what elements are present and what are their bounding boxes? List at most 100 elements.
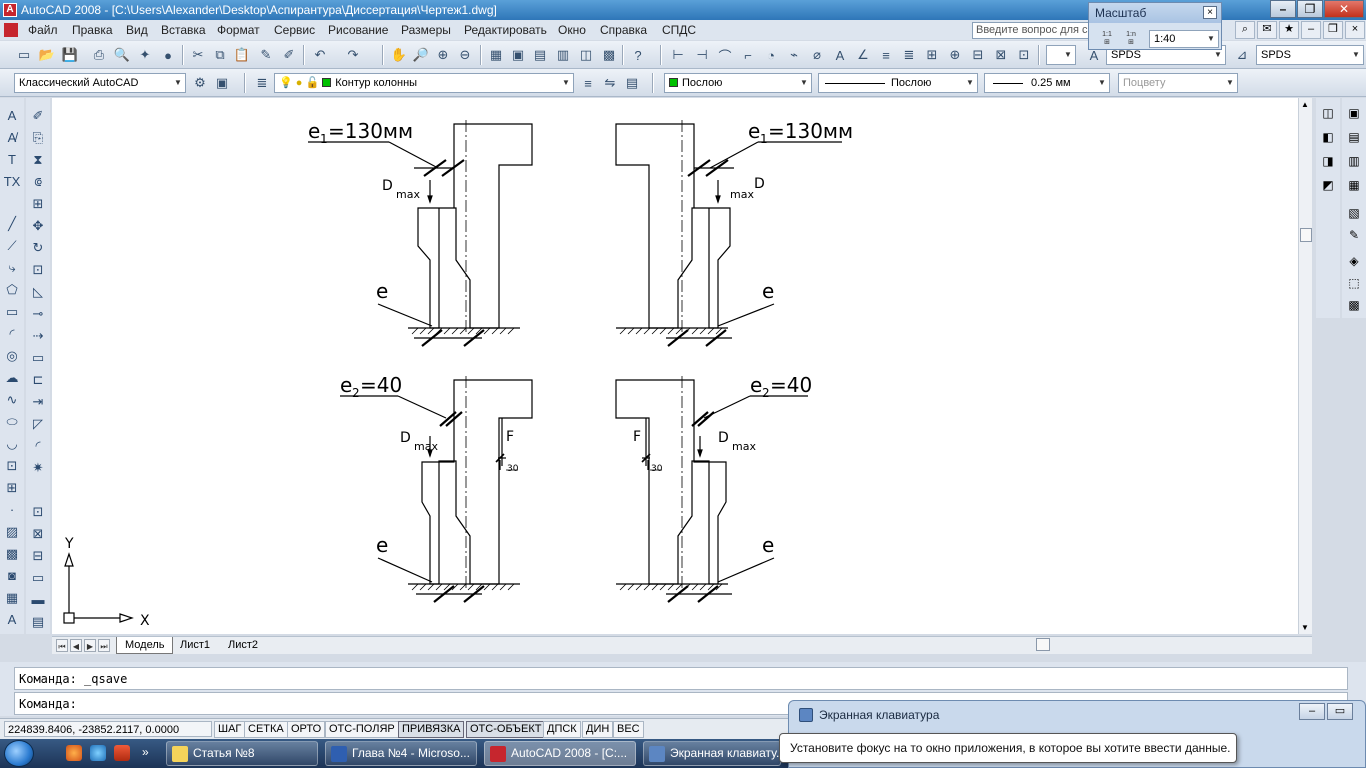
text-icon[interactable]: A bbox=[830, 45, 850, 65]
construction-line-icon[interactable]: ⟋ bbox=[2, 236, 22, 256]
task-word[interactable]: Глава №4 - Microso... bbox=[325, 741, 477, 766]
help-search-input[interactable]: Введите вопрос для с bbox=[972, 22, 1090, 39]
dim-edit-icon[interactable]: ⊟ bbox=[968, 45, 988, 65]
view-icon[interactable]: ◫ bbox=[1318, 106, 1338, 126]
menu-format[interactable]: Формат bbox=[213, 20, 264, 40]
center-mark-icon[interactable]: ⊕ bbox=[945, 45, 965, 65]
viewport-list-icon[interactable]: ▤ bbox=[28, 612, 48, 632]
quickcalc-icon[interactable]: ▩ bbox=[599, 45, 619, 65]
plot-preview-icon[interactable]: 🔍 bbox=[112, 45, 132, 65]
dim-jogged-icon[interactable]: ⌁ bbox=[784, 45, 804, 65]
dim-ordinate-icon[interactable]: ⌐ bbox=[738, 45, 758, 65]
vertical-scroll-thumb[interactable] bbox=[1300, 228, 1312, 242]
color-combo[interactable]: Послою ▼ bbox=[664, 73, 812, 93]
search-icon[interactable]: ⌕ bbox=[1235, 21, 1255, 39]
break-at-point-icon[interactable]: ▭ bbox=[28, 348, 48, 368]
block-editor-icon[interactable]: ✐ bbox=[279, 45, 299, 65]
extend-icon[interactable]: ⇢ bbox=[28, 326, 48, 346]
open-icon[interactable]: 📂 bbox=[37, 45, 57, 65]
ducs-toggle[interactable]: ДПСК bbox=[543, 721, 581, 738]
save-icon[interactable]: 💾 bbox=[60, 45, 80, 65]
polar-toggle[interactable]: ОТС-ПОЛЯР bbox=[325, 721, 399, 738]
copy-icon[interactable]: ⧉ bbox=[210, 45, 230, 65]
erase-icon[interactable]: ✐ bbox=[28, 106, 48, 126]
gradient-icon[interactable]: ▩ bbox=[2, 544, 22, 564]
dim-update-icon[interactable]: ⊡ bbox=[1014, 45, 1034, 65]
close-button[interactable]: ✕ bbox=[1324, 0, 1364, 18]
mtext-icon[interactable]: A bbox=[2, 106, 22, 126]
document-icon[interactable] bbox=[4, 23, 18, 37]
revcloud-icon[interactable]: ☁ bbox=[2, 368, 22, 388]
publish-icon[interactable]: ✦ bbox=[135, 45, 155, 65]
menu-modify[interactable]: Редактировать bbox=[460, 20, 551, 40]
trim-icon[interactable]: ⊸ bbox=[28, 304, 48, 324]
explode-icon[interactable]: ✷ bbox=[28, 458, 48, 478]
favorites-icon[interactable]: ★ bbox=[1279, 21, 1299, 39]
dim-continue-icon[interactable]: ≣ bbox=[899, 45, 919, 65]
scale-icon[interactable]: ⊡ bbox=[28, 260, 48, 280]
maximize-button[interactable]: ❐ bbox=[1297, 0, 1323, 18]
scale-fit-icon[interactable]: 1:n ⊞ bbox=[1121, 31, 1141, 47]
match-properties-icon[interactable]: ✎ bbox=[256, 45, 276, 65]
tab-layout2[interactable]: Лист2 bbox=[220, 637, 266, 654]
start-button[interactable] bbox=[4, 740, 34, 767]
view-top-icon[interactable]: ◨ bbox=[1318, 154, 1338, 174]
spds-frame-icon[interactable]: ▣ bbox=[1344, 106, 1364, 126]
array-icon[interactable]: ⊞ bbox=[28, 194, 48, 214]
scroll-down-icon[interactable]: ▼ bbox=[1301, 623, 1309, 632]
lineweight-toggle[interactable]: ВЕС bbox=[613, 721, 644, 738]
task-osk[interactable]: Экранная клавиату... bbox=[643, 741, 781, 766]
spline-icon[interactable]: ∿ bbox=[2, 390, 22, 410]
fillet-icon[interactable]: ◜ bbox=[28, 436, 48, 456]
scroll-up-icon[interactable]: ▲ bbox=[1301, 100, 1309, 109]
task-autocad[interactable]: AutoCAD 2008 - [C:... bbox=[484, 741, 636, 766]
cut-icon[interactable]: ✂ bbox=[188, 45, 208, 65]
rectangle-icon[interactable]: ▭ bbox=[2, 302, 22, 322]
menu-window[interactable]: Окно bbox=[554, 20, 590, 40]
menu-dimension[interactable]: Размеры bbox=[397, 20, 455, 40]
rotate-icon[interactable]: ↻ bbox=[28, 238, 48, 258]
tool-palettes-icon[interactable]: ▤ bbox=[530, 45, 550, 65]
plotstyle-combo[interactable]: Поцвету ▼ bbox=[1118, 73, 1238, 93]
horizontal-scroll-thumb[interactable] bbox=[1036, 638, 1050, 651]
workspace-save-icon[interactable]: ▣ bbox=[212, 73, 232, 93]
help-icon[interactable]: ? bbox=[628, 45, 648, 65]
polygon-icon[interactable]: ⬠ bbox=[2, 280, 22, 300]
media-icon[interactable] bbox=[114, 745, 130, 761]
viewport-scale-icon[interactable]: ▬ bbox=[28, 590, 48, 610]
dim-text-edit-icon[interactable]: ⊠ bbox=[991, 45, 1011, 65]
break-icon[interactable]: ⊏ bbox=[28, 370, 48, 390]
plot-icon[interactable]: ⎙ bbox=[89, 45, 109, 65]
view-iso-icon[interactable]: ◩ bbox=[1318, 178, 1338, 198]
make-current-layer-icon[interactable]: ≡ bbox=[578, 73, 598, 93]
osk-minimize-button[interactable]: – bbox=[1299, 703, 1325, 720]
view-front-icon[interactable]: ◧ bbox=[1318, 130, 1338, 150]
polyline-icon[interactable]: ⤷ bbox=[2, 258, 22, 278]
drawing-area[interactable]: e 1 =130мм D max e e 1 =130мм max D e e … bbox=[52, 98, 1298, 634]
point-icon[interactable]: · bbox=[2, 500, 22, 520]
ortho-toggle[interactable]: ОРТО bbox=[287, 721, 326, 738]
layer-previous-icon[interactable]: ⇋ bbox=[600, 73, 620, 93]
viewport-polygon-icon[interactable]: ⊟ bbox=[28, 546, 48, 566]
quicklaunch-more-icon[interactable]: » bbox=[142, 745, 149, 759]
comm-center-icon[interactable]: ✉ bbox=[1257, 21, 1277, 39]
menu-view[interactable]: Вид bbox=[122, 20, 152, 40]
paste-icon[interactable]: 📋 bbox=[232, 45, 252, 65]
zoom-window-icon[interactable]: ⊕ bbox=[433, 45, 453, 65]
spds-leader-icon[interactable]: ⬚ bbox=[1344, 276, 1364, 296]
snap-toggle[interactable]: ШАГ bbox=[214, 721, 246, 738]
layer-states-icon[interactable]: ▤ bbox=[622, 73, 642, 93]
dim-angular-icon[interactable]: ∠ bbox=[853, 45, 873, 65]
doc-minimize-button[interactable]: – bbox=[1301, 21, 1321, 39]
multiline-text-icon[interactable]: A bbox=[2, 610, 22, 630]
dim-style-icon[interactable]: ⊿ bbox=[1232, 45, 1252, 65]
explorer-icon[interactable] bbox=[90, 745, 106, 761]
offset-icon[interactable]: ⟃ bbox=[28, 172, 48, 192]
copy-object-icon[interactable]: ⎘ bbox=[28, 128, 48, 148]
circle-icon[interactable]: ◎ bbox=[2, 346, 22, 366]
mirror-icon[interactable]: ⧗ bbox=[28, 150, 48, 170]
table-icon[interactable]: ▦ bbox=[2, 588, 22, 608]
ellipse-arc-icon[interactable]: ◡ bbox=[2, 434, 22, 454]
osnap-toggle[interactable]: ПРИВЯЗКА bbox=[398, 721, 465, 738]
vertical-scrollbar[interactable]: ▲ ▼ bbox=[1298, 98, 1312, 634]
